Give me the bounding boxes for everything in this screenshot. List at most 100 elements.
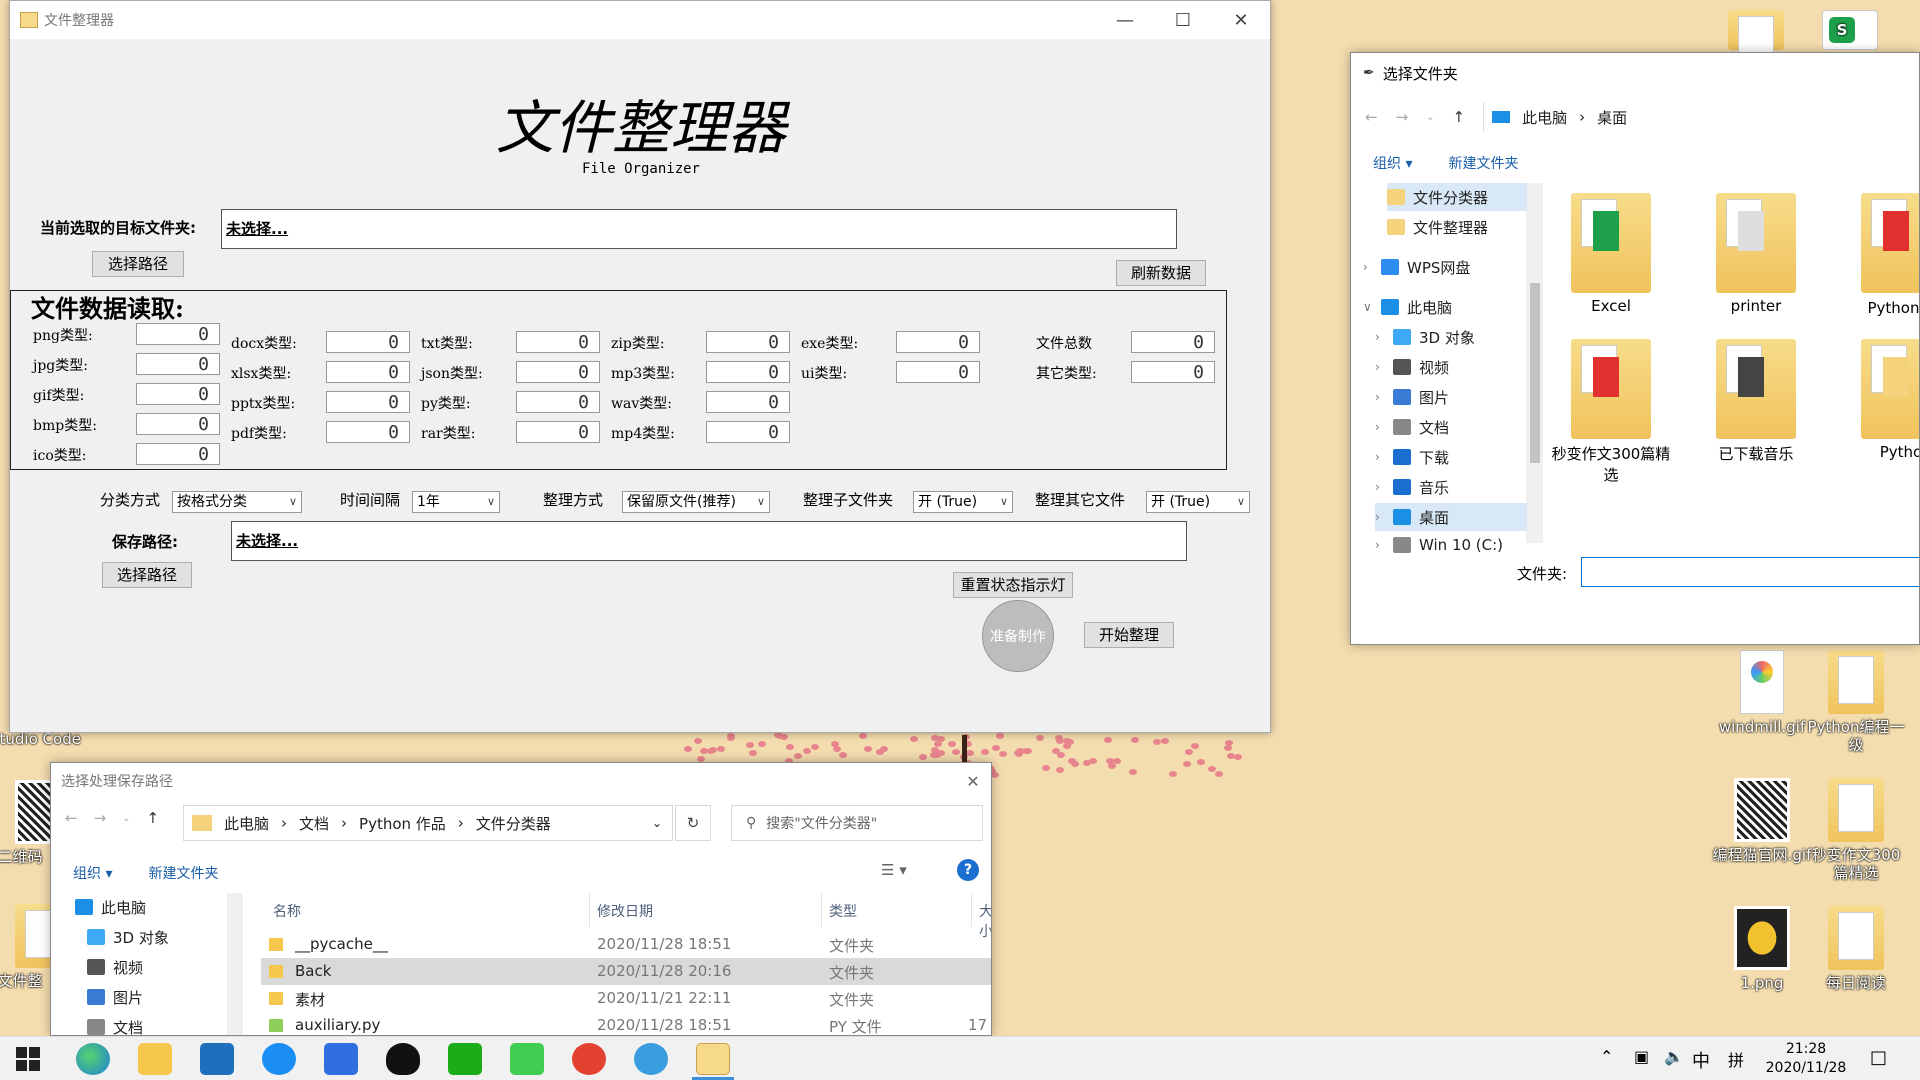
folder-item[interactable]: printer (1691, 193, 1821, 315)
folder-item[interactable]: 秒变作文300篇精选 (1546, 339, 1676, 485)
qt-creator-icon[interactable] (510, 1043, 544, 1075)
tree-item[interactable]: › 文档 (1375, 413, 1449, 441)
reset-indicator-button[interactable]: 重置状态指示灯 (953, 572, 1073, 598)
file-organizer-task-icon[interactable] (696, 1043, 730, 1075)
maximize-icon[interactable]: ☐ (1154, 10, 1212, 31)
tree-expand-icon[interactable]: › (1375, 480, 1385, 494)
desktop-icon-daily-read[interactable]: 每日阅读 (1806, 906, 1906, 992)
start-icon[interactable] (16, 1047, 40, 1071)
tree-expand-icon[interactable]: ∨ (1363, 300, 1373, 314)
tree-expand-icon[interactable]: › (1375, 390, 1385, 404)
network-icon[interactable]: ▣ (1634, 1047, 1649, 1066)
forward-icon[interactable]: → (1396, 108, 1409, 126)
up-icon[interactable]: ↑ (1453, 108, 1466, 126)
desktop-icon-top1[interactable] (1706, 10, 1806, 64)
dropdown-small-icon[interactable]: ⌄ (122, 813, 130, 824)
crumb-desktop[interactable]: 桌面 (1597, 107, 1627, 128)
tree-item[interactable]: 文件整理器 (1387, 213, 1488, 241)
tree-item[interactable]: › 桌面 (1375, 503, 1527, 531)
volume-icon[interactable]: 🔈 (1664, 1047, 1684, 1066)
dialog2-address-bar[interactable]: 此电脑 › 文档 › Python 作品 › 文件分类器 ⌄ (183, 805, 673, 841)
option-combobox[interactable]: 保留原文件(推荐) ∨ (622, 491, 770, 513)
new-folder-button[interactable]: 新建文件夹 (148, 863, 218, 883)
column-header[interactable]: 类型 (829, 901, 857, 921)
tree-expand-icon[interactable]: › (1375, 360, 1385, 374)
column-header[interactable]: 名称 (273, 901, 301, 921)
dialog1-address-bar[interactable]: 此电脑 › 桌面 (1483, 102, 1919, 132)
tree-item[interactable]: ∨ 此电脑 (1363, 293, 1452, 321)
tree-item[interactable]: › Win 10 (C:) (1375, 531, 1503, 559)
dropdown-small-icon[interactable]: ⌄ (1426, 112, 1434, 123)
edge-icon[interactable] (76, 1043, 110, 1075)
wps-writer-icon[interactable] (324, 1043, 358, 1075)
desktop-icon-python-level1[interactable]: Python编程一级 (1806, 650, 1906, 754)
column-header[interactable]: 修改日期 (597, 901, 653, 921)
tree-expand-icon[interactable]: › (1375, 538, 1385, 552)
kugou-icon[interactable] (262, 1043, 296, 1075)
tree-expand-icon[interactable]: › (1375, 420, 1385, 434)
option-combobox[interactable]: 开 (True) ∨ (913, 491, 1013, 513)
up-icon[interactable]: ↑ (147, 809, 160, 827)
folder-item[interactable]: Python编 (1836, 193, 1919, 318)
desktop-icon-essays[interactable]: 秒变作文300篇精选 (1806, 778, 1906, 882)
tree-item[interactable]: › 音乐 (1375, 473, 1449, 501)
refresh-icon[interactable]: ↻ (675, 805, 711, 841)
help-icon[interactable]: ? (957, 859, 979, 881)
minimize-icon[interactable]: — (1096, 10, 1154, 31)
crumb-python-works[interactable]: Python 作品 (359, 813, 446, 834)
refresh-data-button[interactable]: 刷新数据 (1116, 260, 1206, 286)
back-icon[interactable]: ← (65, 809, 78, 827)
tree-item[interactable]: › 视频 (1375, 353, 1449, 381)
tree-item[interactable]: 此电脑 (75, 893, 146, 921)
start-organize-button[interactable]: 开始整理 (1084, 622, 1174, 648)
desktop-icon-top2[interactable]: S (1800, 10, 1900, 54)
option-combobox[interactable]: 1年 ∨ (412, 491, 500, 513)
choose-save-path-button[interactable]: 选择路径 (102, 562, 192, 588)
desktop-icon-codemao[interactable]: 编程猫官网.gif (1712, 778, 1812, 864)
dialog2-title-bar[interactable]: 选择处理保存路径 ✕ (51, 763, 991, 799)
choose-target-path-button[interactable]: 选择路径 (92, 251, 184, 277)
column-divider[interactable] (971, 893, 972, 927)
desktop-icon-1png[interactable]: 1.png (1712, 906, 1812, 992)
organize-menu[interactable]: 组织 ▾ (1373, 153, 1412, 173)
crumb-documents[interactable]: 文档 (299, 813, 329, 834)
tree-scrollbar[interactable] (1527, 183, 1543, 543)
crumb-this-pc[interactable]: 此电脑 (224, 813, 269, 834)
tree-item[interactable]: 文件分类器 (1387, 183, 1527, 211)
clock[interactable]: 21:28 2020/11/28 (1760, 1040, 1852, 1078)
option-combobox[interactable]: 按格式分类 ∨ (172, 491, 302, 513)
column-divider[interactable] (821, 893, 822, 927)
ime-pinyin[interactable]: 拼 (1728, 1047, 1744, 1071)
new-folder-button[interactable]: 新建文件夹 (1448, 153, 1518, 173)
title-bar[interactable]: 文件整理器 — ☐ ✕ (10, 1, 1270, 39)
tree-expand-icon[interactable]: › (1363, 260, 1373, 274)
notification-icon[interactable]: □ (1870, 1047, 1887, 1068)
tree-item[interactable]: 文档 (87, 1013, 143, 1035)
tree-expand-icon[interactable]: › (1375, 450, 1385, 464)
table-row[interactable]: __pycache__ 2020/11/28 18:51 文件夹 (261, 931, 991, 958)
tree-item[interactable]: › 下载 (1375, 443, 1449, 471)
tree-expand-icon[interactable]: › (1375, 330, 1385, 344)
qq-icon[interactable] (386, 1043, 420, 1075)
wechat-icon[interactable] (448, 1043, 482, 1075)
tree-item[interactable]: › WPS网盘 (1363, 253, 1470, 281)
dialog2-close-icon[interactable]: ✕ (953, 772, 991, 791)
table-row[interactable]: 素材 2020/11/21 22:11 文件夹 (261, 985, 991, 1012)
tree-item[interactable]: › 3D 对象 (1375, 323, 1475, 351)
tree-item[interactable]: 图片 (87, 983, 143, 1011)
tree-item[interactable]: 3D 对象 (87, 923, 169, 951)
address-dropdown-icon[interactable]: ⌄ (652, 816, 672, 830)
tree2-scrollbar[interactable] (227, 893, 243, 1035)
dialog2-search-box[interactable]: ⚲ 搜索"文件分类器" (731, 805, 983, 841)
option-combobox[interactable]: 开 (True) ∨ (1146, 491, 1250, 513)
forward-icon[interactable]: → (94, 809, 107, 827)
table-row[interactable]: Back 2020/11/28 20:16 文件夹 (261, 958, 991, 985)
folder-item[interactable]: Pytho (1836, 339, 1919, 461)
python-idle-icon[interactable] (634, 1043, 668, 1075)
file-explorer-icon[interactable] (138, 1043, 172, 1075)
crumb-file-classifier[interactable]: 文件分类器 (476, 813, 551, 834)
tray-chevron-icon[interactable]: ⌃ (1600, 1047, 1613, 1066)
codemao-icon[interactable] (572, 1043, 606, 1075)
table-row[interactable]: auxiliary.py 2020/11/28 18:51 PY 文件 17 (261, 1012, 991, 1035)
folder-item[interactable]: 已下载音乐 (1691, 339, 1821, 464)
